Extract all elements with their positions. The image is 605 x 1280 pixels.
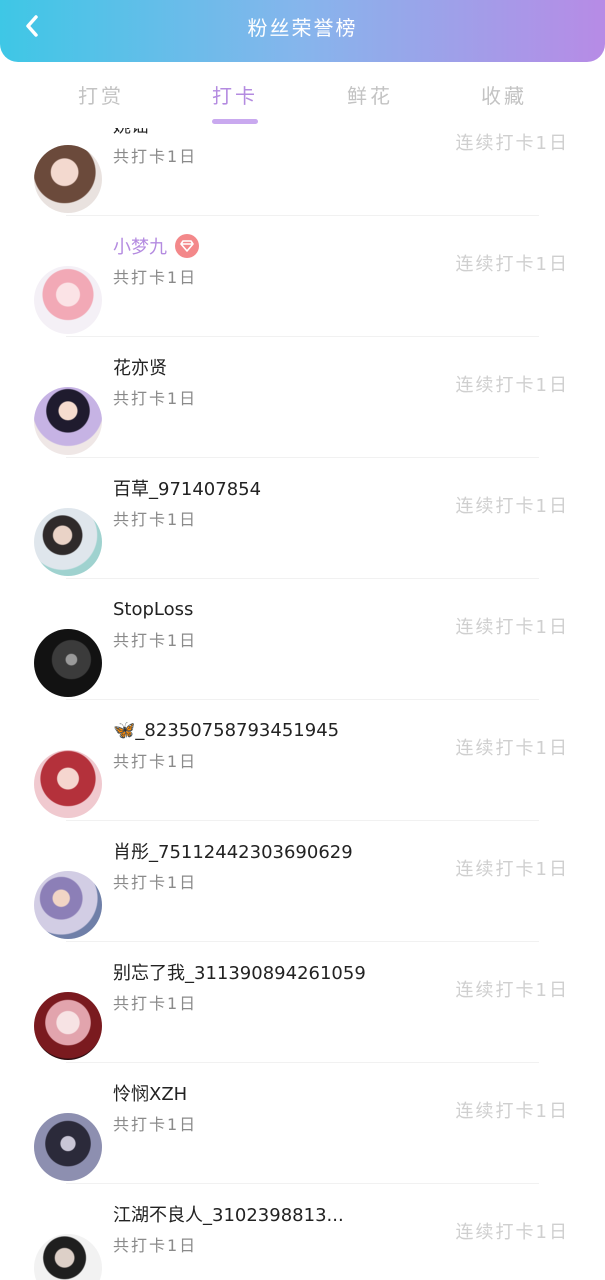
list-item[interactable]: 百草_971407854 共打卡1日 连续打卡1日 xyxy=(0,458,605,579)
name-line: 江湖不良人_3102398813... xyxy=(113,1200,344,1228)
streak-text: 连续打卡1日 xyxy=(455,496,569,517)
fan-name: 肖彤_75112442303690629 xyxy=(113,842,353,863)
avatar[interactable] xyxy=(34,508,102,576)
total-checkin-text: 共打卡1日 xyxy=(113,873,198,892)
total-checkin-text: 共打卡1日 xyxy=(113,1115,198,1134)
streak-text: 连续打卡1日 xyxy=(455,375,569,396)
name-line: 百草_971407854 xyxy=(113,474,261,502)
streak-text: 连续打卡1日 xyxy=(455,617,569,638)
total-checkin-text: 共打卡1日 xyxy=(113,510,198,529)
fan-name: 百草_971407854 xyxy=(113,479,262,500)
diamond-icon xyxy=(180,240,194,252)
vip-badge xyxy=(175,234,199,258)
name-line: StopLoss xyxy=(113,595,193,623)
fan-name: 婉谣 xyxy=(113,128,149,138)
streak-text: 连续打卡1日 xyxy=(455,859,569,880)
tab-reward[interactable]: 打赏 xyxy=(51,80,151,109)
page-title: 粉丝荣誉榜 xyxy=(247,16,358,40)
fan-list[interactable]: 婉谣 共打卡1日 连续打卡1日 小梦九 共打卡1日 连续打卡1日 花亦贤 共打卡… xyxy=(0,128,605,1280)
tab-bar: 打赏 打卡 鲜花 收藏 xyxy=(0,62,605,128)
total-checkin-text: 共打卡1日 xyxy=(113,752,198,771)
top-bar: 粉丝荣誉榜 xyxy=(0,0,605,62)
list-item[interactable]: StopLoss 共打卡1日 连续打卡1日 xyxy=(0,579,605,700)
name-line: 别忘了我_311390894261059 xyxy=(113,958,366,986)
fan-name: 🦋_82350758793451945 xyxy=(113,719,340,741)
tab-checkin[interactable]: 打卡 xyxy=(185,80,285,109)
streak-text: 连续打卡1日 xyxy=(455,980,569,1001)
avatar[interactable] xyxy=(34,871,102,939)
total-checkin-text: 共打卡1日 xyxy=(113,994,198,1013)
streak-text: 连续打卡1日 xyxy=(455,1101,569,1122)
name-line: 小梦九 xyxy=(113,232,199,260)
streak-text: 连续打卡1日 xyxy=(455,254,569,275)
name-line: 🦋_82350758793451945 xyxy=(113,716,339,744)
name-line: 花亦贤 xyxy=(113,353,167,381)
total-checkin-text: 共打卡1日 xyxy=(113,631,198,650)
list-item[interactable]: 花亦贤 共打卡1日 连续打卡1日 xyxy=(0,337,605,458)
avatar[interactable] xyxy=(34,1113,102,1181)
tab-favorites[interactable]: 收藏 xyxy=(454,80,554,109)
list-item[interactable]: 别忘了我_311390894261059 共打卡1日 连续打卡1日 xyxy=(0,942,605,1063)
fan-name: 别忘了我_311390894261059 xyxy=(113,963,366,984)
avatar[interactable] xyxy=(34,145,102,213)
fan-name: 小梦九 xyxy=(113,237,167,258)
tab-flowers[interactable]: 鲜花 xyxy=(320,80,420,109)
name-line: 怜悯XZH xyxy=(113,1079,187,1107)
total-checkin-text: 共打卡1日 xyxy=(113,1236,198,1255)
name-line: 婉谣 xyxy=(113,128,149,139)
fan-name: 怜悯XZH xyxy=(113,1084,188,1105)
avatar[interactable] xyxy=(34,992,102,1060)
list-item[interactable]: 小梦九 共打卡1日 连续打卡1日 xyxy=(0,216,605,337)
total-checkin-text: 共打卡1日 xyxy=(113,147,198,166)
avatar[interactable] xyxy=(34,266,102,334)
fan-name: StopLoss xyxy=(113,598,194,620)
list-item[interactable]: 🦋_82350758793451945 共打卡1日 连续打卡1日 xyxy=(0,700,605,821)
streak-text: 连续打卡1日 xyxy=(455,1222,569,1243)
avatar[interactable] xyxy=(34,387,102,455)
list-item[interactable]: 婉谣 共打卡1日 连续打卡1日 xyxy=(0,128,605,216)
avatar[interactable] xyxy=(34,1234,102,1280)
streak-text: 连续打卡1日 xyxy=(455,133,569,154)
name-line: 肖彤_75112442303690629 xyxy=(113,837,353,865)
list-item[interactable]: 怜悯XZH 共打卡1日 连续打卡1日 xyxy=(0,1063,605,1184)
total-checkin-text: 共打卡1日 xyxy=(113,389,198,408)
total-checkin-text: 共打卡1日 xyxy=(113,268,198,287)
avatar[interactable] xyxy=(34,629,102,697)
fan-name: 花亦贤 xyxy=(113,358,167,379)
streak-text: 连续打卡1日 xyxy=(455,738,569,759)
avatar[interactable] xyxy=(34,750,102,818)
fan-name: 江湖不良人_3102398813... xyxy=(113,1205,344,1226)
active-tab-indicator xyxy=(212,119,258,124)
list-item[interactable]: 肖彤_75112442303690629 共打卡1日 连续打卡1日 xyxy=(0,821,605,942)
list-item[interactable]: 江湖不良人_3102398813... 共打卡1日 连续打卡1日 xyxy=(0,1184,605,1280)
